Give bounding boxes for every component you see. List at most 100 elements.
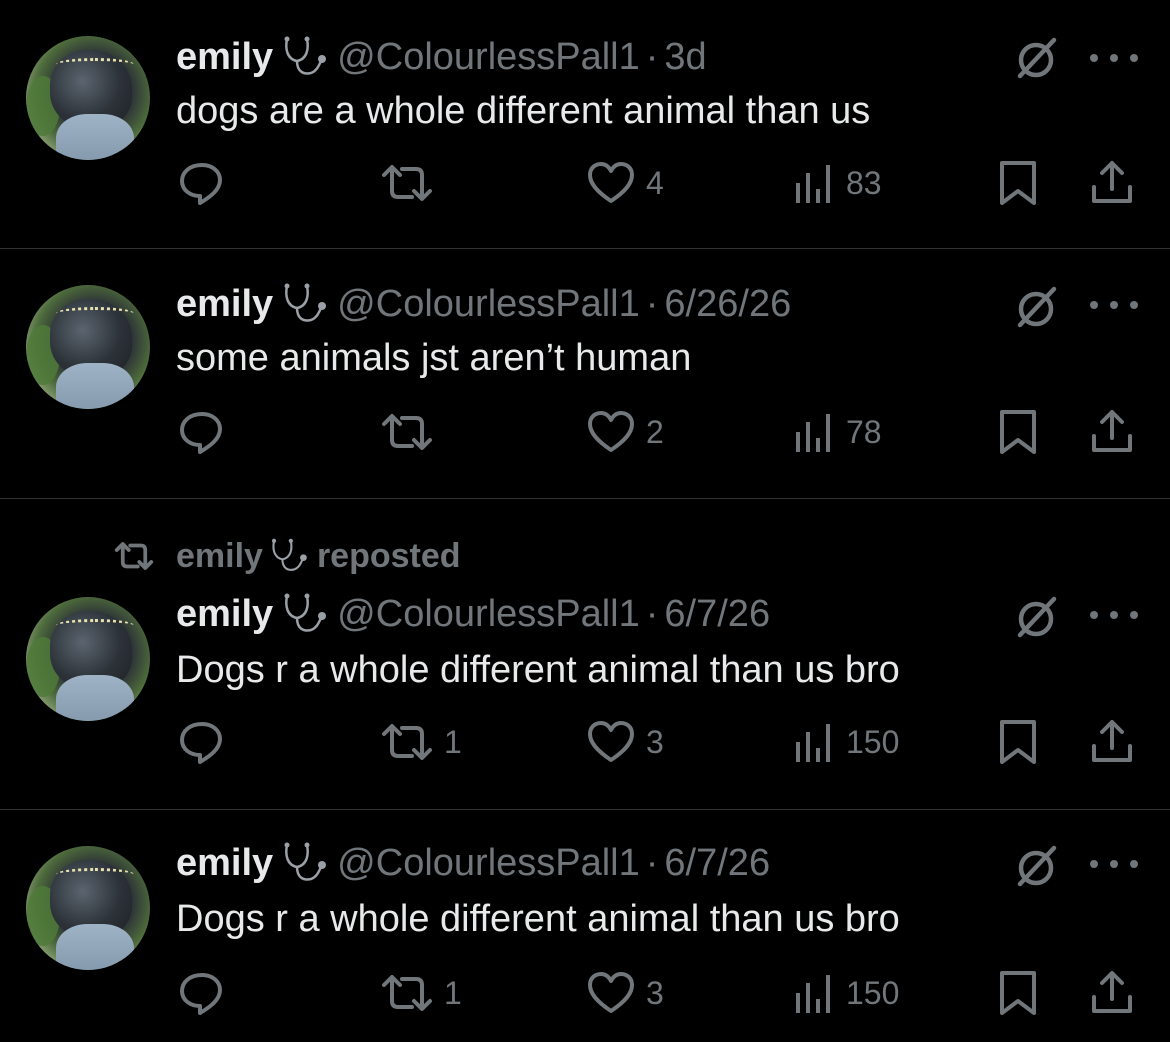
reply-button[interactable] xyxy=(176,158,228,208)
like-button[interactable]: 3 xyxy=(586,717,664,767)
bookmark-button[interactable] xyxy=(996,158,1040,208)
more-icon[interactable] xyxy=(1090,295,1138,315)
repost-icon xyxy=(380,969,434,1017)
tweet[interactable]: emily @ColourlessPall1 · 6/7/26 Dogs r a… xyxy=(0,810,1170,1042)
like-button[interactable]: 3 xyxy=(586,968,664,1018)
separator: · xyxy=(645,282,659,325)
separator: · xyxy=(645,35,659,78)
share-icon xyxy=(1088,718,1136,766)
like-count: 3 xyxy=(646,723,664,760)
stethoscope-icon xyxy=(281,592,331,636)
view-count: 78 xyxy=(846,413,882,450)
stethoscope-icon xyxy=(281,841,331,885)
view-count: 83 xyxy=(846,164,882,201)
avatar[interactable] xyxy=(26,285,150,409)
reply-button[interactable] xyxy=(176,968,228,1018)
repost-button[interactable] xyxy=(380,158,444,208)
display-name[interactable]: emily xyxy=(176,593,273,636)
heart-icon xyxy=(586,408,636,456)
like-button[interactable]: 4 xyxy=(586,158,664,208)
more-icon[interactable] xyxy=(1090,48,1138,68)
avatar[interactable] xyxy=(26,846,150,970)
grok-icon[interactable] xyxy=(1012,34,1060,82)
timestamp[interactable]: 6/7/26 xyxy=(664,842,770,885)
reply-icon xyxy=(176,408,228,456)
avatar[interactable] xyxy=(26,597,150,721)
like-button[interactable]: 2 xyxy=(586,407,664,457)
views-icon xyxy=(792,408,836,456)
user-handle[interactable]: @ColourlessPall1 xyxy=(337,36,640,79)
stethoscope-icon xyxy=(281,282,331,326)
like-count: 2 xyxy=(646,413,664,450)
separator: · xyxy=(645,592,659,635)
repost-count: 1 xyxy=(444,723,462,760)
repost-icon xyxy=(380,159,434,207)
repost-context: emily reposted xyxy=(112,533,461,579)
tweet[interactable]: emily @ColourlessPall1 · 3d dogs are a w… xyxy=(0,0,1170,248)
share-button[interactable] xyxy=(1088,158,1136,208)
share-button[interactable] xyxy=(1088,968,1136,1018)
views-icon xyxy=(792,718,836,766)
more-icon[interactable] xyxy=(1090,605,1138,625)
grok-icon[interactable] xyxy=(1012,593,1060,641)
repost-icon xyxy=(112,538,156,574)
tweet[interactable]: emily @ColourlessPall1 · 6/26/26 some an… xyxy=(0,249,1170,497)
tweet-header: emily @ColourlessPall1 · 3d xyxy=(176,32,707,82)
grok-icon[interactable] xyxy=(1012,283,1060,331)
view-count: 150 xyxy=(846,723,900,760)
display-name[interactable]: emily xyxy=(176,283,273,326)
stethoscope-icon xyxy=(269,537,311,575)
share-icon xyxy=(1088,408,1136,456)
timeline-feed: emily @ColourlessPall1 · 3d dogs are a w… xyxy=(0,0,1170,1042)
timestamp[interactable]: 6/7/26 xyxy=(664,593,770,636)
repost-button[interactable] xyxy=(380,407,444,457)
tweet-header: emily @ColourlessPall1 · 6/7/26 xyxy=(176,838,770,888)
user-handle[interactable]: @ColourlessPall1 xyxy=(337,593,640,636)
like-count: 3 xyxy=(646,974,664,1011)
heart-icon xyxy=(586,718,636,766)
reply-button[interactable] xyxy=(176,407,228,457)
like-count: 4 xyxy=(646,164,664,201)
user-handle[interactable]: @ColourlessPall1 xyxy=(337,842,640,885)
heart-icon xyxy=(586,969,636,1017)
views-button[interactable]: 83 xyxy=(792,158,882,208)
reply-icon xyxy=(176,718,228,766)
tweet-text: Dogs r a whole different animal than us … xyxy=(176,897,900,940)
repost-button[interactable]: 1 xyxy=(380,968,462,1018)
bookmark-icon xyxy=(996,408,1040,456)
reply-icon xyxy=(176,969,228,1017)
bookmark-button[interactable] xyxy=(996,968,1040,1018)
share-icon xyxy=(1088,159,1136,207)
views-button[interactable]: 78 xyxy=(792,407,882,457)
bookmark-button[interactable] xyxy=(996,407,1040,457)
tweet-text: dogs are a whole different animal than u… xyxy=(176,89,871,132)
views-button[interactable]: 150 xyxy=(792,968,899,1018)
views-button[interactable]: 150 xyxy=(792,717,899,767)
timestamp[interactable]: 3d xyxy=(664,36,706,79)
repost-count: 1 xyxy=(444,974,462,1011)
avatar[interactable] xyxy=(26,36,150,160)
grok-icon[interactable] xyxy=(1012,842,1060,890)
tweet-header: emily @ColourlessPall1 · 6/26/26 xyxy=(176,279,791,329)
timestamp[interactable]: 6/26/26 xyxy=(664,283,791,326)
bookmark-icon xyxy=(996,718,1040,766)
repost-by-name[interactable]: emily xyxy=(176,537,263,576)
reply-button[interactable] xyxy=(176,717,228,767)
share-button[interactable] xyxy=(1088,407,1136,457)
tweet-header: emily @ColourlessPall1 · 6/7/26 xyxy=(176,589,770,639)
heart-icon xyxy=(586,159,636,207)
views-icon xyxy=(792,159,836,207)
share-icon xyxy=(1088,969,1136,1017)
views-icon xyxy=(792,969,836,1017)
user-handle[interactable]: @ColourlessPall1 xyxy=(337,283,640,326)
tweet[interactable]: emily reposted emily @ColourlessPall1 · … xyxy=(0,499,1170,809)
repost-button[interactable]: 1 xyxy=(380,717,462,767)
display-name[interactable]: emily xyxy=(176,36,273,79)
display-name[interactable]: emily xyxy=(176,842,273,885)
more-icon[interactable] xyxy=(1090,854,1138,874)
stethoscope-icon xyxy=(281,35,331,79)
bookmark-button[interactable] xyxy=(996,717,1040,767)
share-button[interactable] xyxy=(1088,717,1136,767)
tweet-text: Dogs r a whole different animal than us … xyxy=(176,648,900,691)
repost-icon xyxy=(380,408,434,456)
